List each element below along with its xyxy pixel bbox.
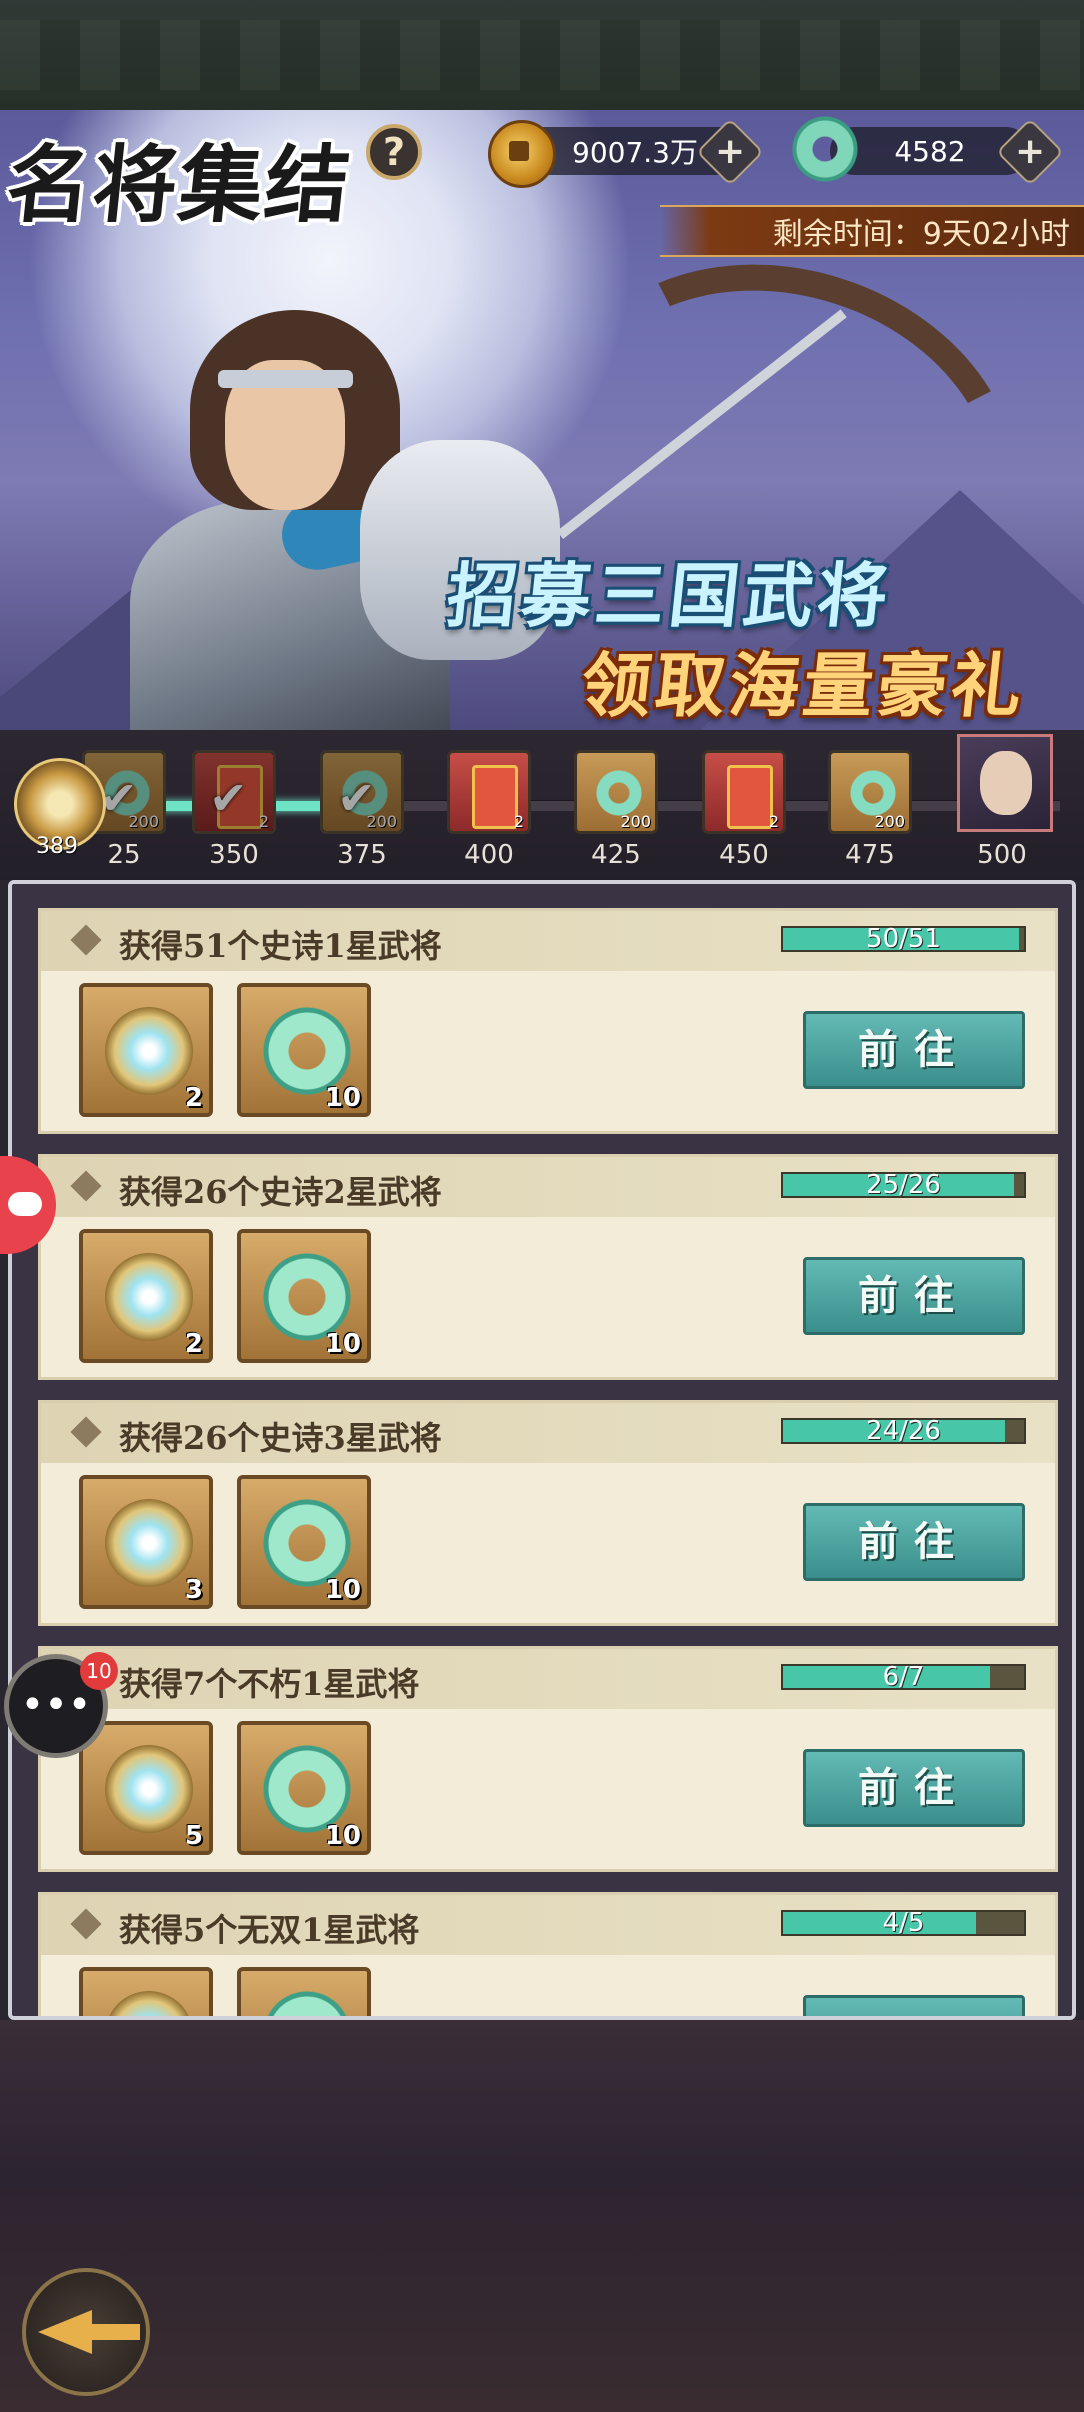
milestone-reward-box: 200 xyxy=(828,750,912,834)
hero-artwork xyxy=(130,206,1068,730)
back-arrow-button[interactable] xyxy=(22,2268,150,2396)
milestone-item[interactable]: 2 400 xyxy=(445,750,533,870)
compass-token-icon xyxy=(105,1499,193,1587)
milestone-reward-box: 200 ✔ xyxy=(320,750,404,834)
reward-item[interactable]: 3 xyxy=(79,1475,213,1609)
milestone-item[interactable]: 200 425 xyxy=(572,750,660,870)
diamond-icon xyxy=(70,1416,102,1448)
jade-icon xyxy=(259,1987,355,2016)
slogan-recruit: 招募三国武将 xyxy=(443,554,896,637)
help-button[interactable]: ? xyxy=(366,124,422,180)
diamond-icon xyxy=(70,1170,102,1202)
go-button[interactable]: 前往 xyxy=(803,1257,1025,1335)
book-icon xyxy=(727,765,773,829)
task-title: 获得5个无双1星武将 xyxy=(119,1911,420,1949)
coin-icon xyxy=(488,120,556,188)
diamond-icon xyxy=(70,924,102,956)
chat-unread-badge: 10 xyxy=(80,1652,118,1690)
task-card: 获得7个不朽1星武将 6/7 5 10 前往 xyxy=(38,1646,1058,1872)
task-progress-text: 50/51 xyxy=(866,924,941,954)
event-title: 名将集结 xyxy=(2,135,357,234)
go-button[interactable]: 前往 xyxy=(803,1749,1025,1827)
task-header: 获得26个史诗2星武将 25/26 xyxy=(41,1157,1055,1217)
status-strip xyxy=(0,0,1084,110)
assistant-icon xyxy=(8,1192,42,1216)
task-title: 获得7个不朽1星武将 xyxy=(119,1665,420,1703)
task-header: 获得5个无双1星武将 4/5 xyxy=(41,1895,1055,1955)
book-icon xyxy=(217,765,263,829)
reward-item[interactable] xyxy=(237,1967,371,2016)
go-button[interactable]: 前往 xyxy=(803,1503,1025,1581)
reward-item[interactable]: 10 xyxy=(237,983,371,1117)
diamond-icon xyxy=(70,1908,102,1940)
reward-item[interactable] xyxy=(79,1967,213,2016)
milestone-reward-box: 2 xyxy=(702,750,786,834)
coin-amount: 9007.3万 xyxy=(572,136,698,169)
jade-icon xyxy=(339,767,391,819)
task-title: 获得26个史诗3星武将 xyxy=(119,1419,442,1457)
compass-token-icon xyxy=(105,1991,193,2016)
task-progress-bar: 25/26 xyxy=(781,1170,1026,1200)
footer-background xyxy=(0,2020,1084,2412)
book-icon xyxy=(472,765,518,829)
task-progress-bar: 6/7 xyxy=(781,1662,1026,1692)
reward-item[interactable]: 2 xyxy=(79,1229,213,1363)
jade-amount: 4582 xyxy=(894,134,966,168)
task-progress-bar: 4/5 xyxy=(781,1908,1026,1938)
task-progress-text: 25/26 xyxy=(866,1170,941,1200)
reward-item[interactable]: 5 xyxy=(79,1721,213,1855)
reward-item[interactable]: 10 xyxy=(237,1229,371,1363)
compass-token-icon xyxy=(105,1745,193,1833)
hero-portrait-reward[interactable] xyxy=(957,734,1053,832)
chat-bubble-icon: ••• xyxy=(20,1682,92,1728)
jade-icon xyxy=(792,116,858,182)
compass-token-icon xyxy=(105,1253,193,1341)
task-card: 获得51个史诗1星武将 50/51 2 10 前往 xyxy=(38,908,1058,1134)
go-button[interactable] xyxy=(803,1995,1025,2016)
task-title: 获得51个史诗1星武将 xyxy=(119,927,442,965)
time-remaining: 剩余时间：9天02小时 xyxy=(660,205,1084,257)
milestone-reward-box: 2 ✔ xyxy=(192,750,276,834)
task-title: 获得26个史诗2星武将 xyxy=(119,1173,442,1211)
task-list[interactable]: 获得51个史诗1星武将 50/51 2 10 前往 获得26个史诗2星武将 25… xyxy=(8,880,1076,2020)
task-header: 获得51个史诗1星武将 50/51 xyxy=(41,911,1055,971)
milestone-item[interactable]: 2 450 xyxy=(700,750,788,870)
go-button[interactable]: 前往 xyxy=(803,1011,1025,1089)
milestone-item[interactable]: 200 475 xyxy=(826,750,914,870)
task-card: 获得26个史诗3星武将 24/26 3 10 前往 xyxy=(38,1400,1058,1626)
task-header: 获得7个不朽1星武将 6/7 xyxy=(41,1649,1055,1709)
task-progress-bar: 50/51 xyxy=(781,924,1026,954)
task-progress-text: 6/7 xyxy=(882,1662,925,1692)
slogan-rewards: 领取海量豪礼 xyxy=(577,644,1030,727)
reward-item[interactable]: 2 xyxy=(79,983,213,1117)
reward-item[interactable]: 10 xyxy=(237,1475,371,1609)
milestone-reward-box: 2 xyxy=(447,750,531,834)
jade-icon xyxy=(101,767,153,819)
milestone-item[interactable]: 200 ✔ 375 xyxy=(318,750,406,870)
milestone-track: 200 ✔ 25 2 ✔ 350 200 ✔ 375 2 400 200 425 2 … xyxy=(0,730,1084,880)
task-progress-text: 24/26 xyxy=(866,1416,941,1446)
milestone-reward-box: 200 xyxy=(574,750,658,834)
reward-item[interactable]: 10 xyxy=(237,1721,371,1855)
task-card: 获得26个史诗2星武将 25/26 2 10 前往 xyxy=(38,1154,1058,1380)
task-header: 获得26个史诗3星武将 24/26 xyxy=(41,1403,1055,1463)
milestone-item[interactable]: 2 ✔ 350 xyxy=(190,750,278,870)
task-progress-text: 4/5 xyxy=(882,1908,925,1938)
current-progress-value: 389 xyxy=(36,834,78,859)
check-icon: ✔ xyxy=(209,771,248,825)
check-icon: ✔ xyxy=(337,771,376,825)
task-progress-bar: 24/26 xyxy=(781,1416,1026,1446)
compass-token-icon xyxy=(105,1007,193,1095)
task-card: 获得5个无双1星武将 4/5 xyxy=(38,1892,1058,2016)
